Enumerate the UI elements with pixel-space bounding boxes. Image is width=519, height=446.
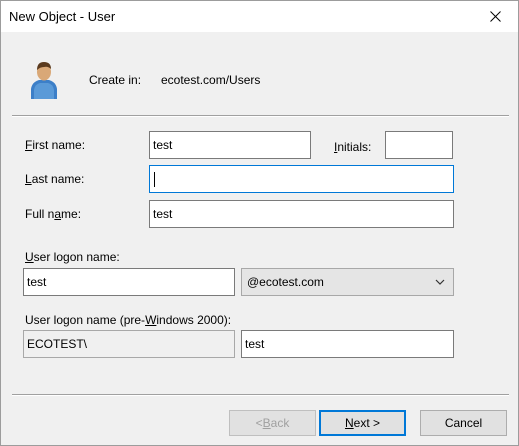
logon-name-value: test — [27, 275, 47, 289]
initials-field[interactable] — [385, 131, 453, 159]
cancel-button[interactable]: Cancel — [420, 410, 507, 436]
chevron-down-icon — [435, 279, 445, 285]
create-in-label: Create in: — [89, 73, 142, 87]
text-caret — [154, 171, 155, 187]
title-bar: New Object - User — [1, 1, 518, 32]
upn-suffix-select[interactable]: @ecotest.com — [241, 268, 454, 296]
full-name-field[interactable]: test — [149, 200, 454, 228]
pre2000-domain-value: ECOTEST\ — [27, 337, 88, 351]
logon-name-field[interactable]: test — [23, 268, 235, 296]
full-name-value: test — [153, 207, 173, 221]
pre2000-name-value: test — [245, 337, 265, 351]
next-button[interactable]: Next > — [319, 410, 406, 436]
window-title: New Object - User — [9, 9, 116, 24]
full-name-label: Full name: — [25, 207, 82, 221]
pre2000-domain-field: ECOTEST\ — [23, 330, 235, 358]
separator-top — [12, 115, 509, 117]
close-icon — [489, 11, 501, 22]
back-button[interactable]: < Back — [229, 410, 316, 436]
first-name-value: test — [153, 138, 173, 152]
first-name-label: First name: — [25, 138, 86, 152]
pre2000-name-field[interactable]: test — [241, 330, 454, 358]
first-name-field[interactable]: test — [149, 131, 311, 159]
pre2000-label: User logon name (pre-Windows 2000): — [25, 313, 232, 327]
new-object-user-dialog: New Object - User Create in: ecotest.com… — [0, 0, 519, 446]
user-icon — [31, 62, 57, 99]
create-in-value: ecotest.com/Users — [161, 73, 261, 87]
logon-name-label: User logon name: — [25, 250, 120, 264]
upn-suffix-value: @ecotest.com — [247, 275, 324, 289]
last-name-field[interactable] — [149, 165, 454, 193]
close-button[interactable] — [472, 1, 518, 32]
initials-label: Initials: — [334, 140, 372, 154]
separator-bottom — [12, 394, 509, 396]
last-name-label: Last name: — [25, 172, 85, 186]
